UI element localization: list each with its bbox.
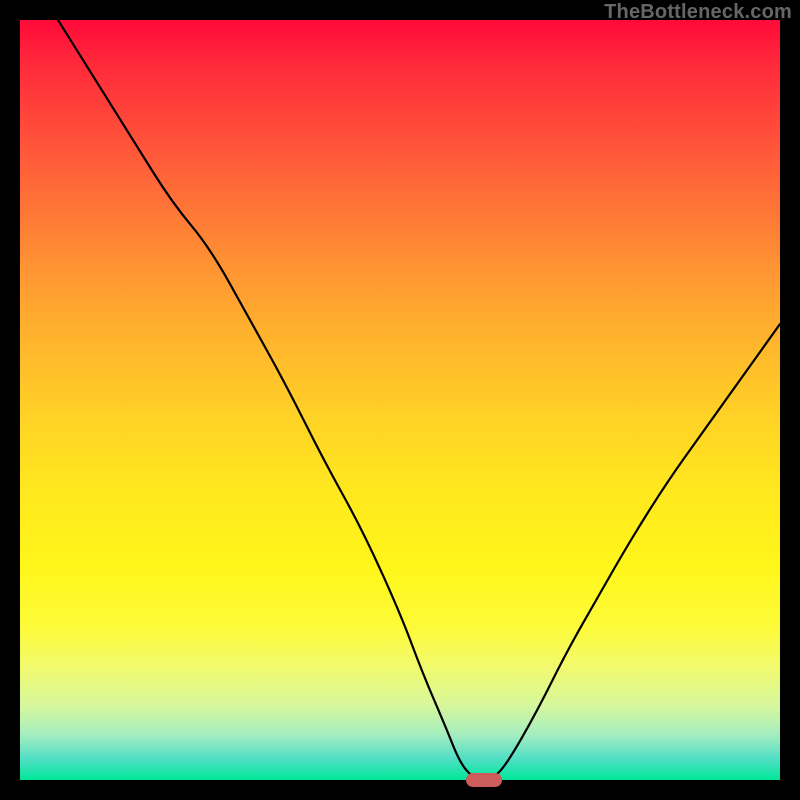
chart-stage: TheBottleneck.com bbox=[0, 0, 800, 800]
gradient-background bbox=[20, 20, 780, 780]
watermark-text: TheBottleneck.com bbox=[604, 2, 792, 22]
plot-area bbox=[20, 20, 780, 780]
